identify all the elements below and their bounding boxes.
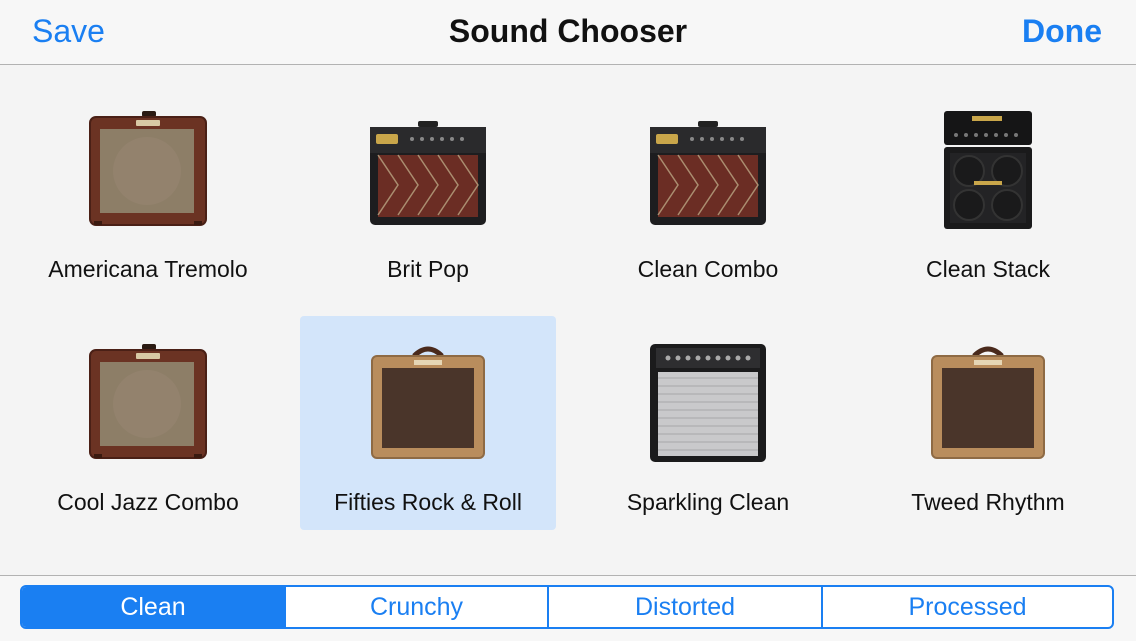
category-segmented-control: Clean Crunchy Distorted Processed — [20, 585, 1114, 629]
amp-label: Cool Jazz Combo — [57, 489, 239, 515]
amp-label: Sparkling Clean — [626, 489, 790, 515]
segment-distorted[interactable]: Distorted — [549, 587, 823, 627]
category-bar: Clean Crunchy Distorted Processed — [0, 575, 1136, 641]
amp-label: Tweed Rhythm — [911, 489, 1065, 515]
amp-tile-tweed-rhythm[interactable]: Tweed Rhythm — [860, 316, 1116, 530]
amp-label: Fifties Rock & Roll — [334, 489, 522, 515]
page-title: Sound Chooser — [448, 13, 688, 49]
segment-processed[interactable]: Processed — [823, 587, 1112, 627]
amp-tile-americana-tremolo[interactable]: Americana Tremolo — [20, 83, 276, 297]
navigation-bar: Save Sound Chooser Done — [0, 0, 1136, 65]
done-button[interactable]: Done — [1022, 12, 1102, 50]
amp-tile-sparkling-clean[interactable]: Sparkling Clean — [580, 316, 836, 530]
amp-label: Clean Combo — [637, 256, 779, 282]
segment-clean[interactable]: Clean — [22, 587, 286, 627]
amp-label: Americana Tremolo — [48, 256, 248, 282]
tweed-combo-amp-icon — [371, 346, 485, 459]
amp-label: Clean Stack — [925, 256, 1050, 282]
tweed-combo-amp-icon — [931, 346, 1045, 459]
brown-combo-amp-icon — [89, 111, 207, 226]
amp-tile-clean-stack[interactable]: Clean Stack — [860, 83, 1116, 297]
amp-grid: Americana Tremolo Brit Pop Clean Combo C… — [0, 65, 1136, 575]
brown-combo-amp-icon — [89, 344, 207, 459]
amp-label: Brit Pop — [387, 256, 469, 282]
segment-crunchy[interactable]: Crunchy — [286, 587, 549, 627]
amp-tile-clean-combo[interactable]: Clean Combo — [580, 83, 836, 297]
silver-combo-amp-icon — [650, 344, 766, 462]
black-combo-amp-icon — [370, 121, 486, 225]
amp-tile-brit-pop[interactable]: Brit Pop — [300, 83, 556, 297]
black-combo-amp-icon — [650, 121, 766, 225]
amp-tile-fifties-rock-and-roll[interactable]: Fifties Rock & Roll — [300, 316, 556, 530]
amp-tile-cool-jazz-combo[interactable]: Cool Jazz Combo — [20, 316, 276, 530]
stack-amp-icon — [944, 111, 1032, 229]
